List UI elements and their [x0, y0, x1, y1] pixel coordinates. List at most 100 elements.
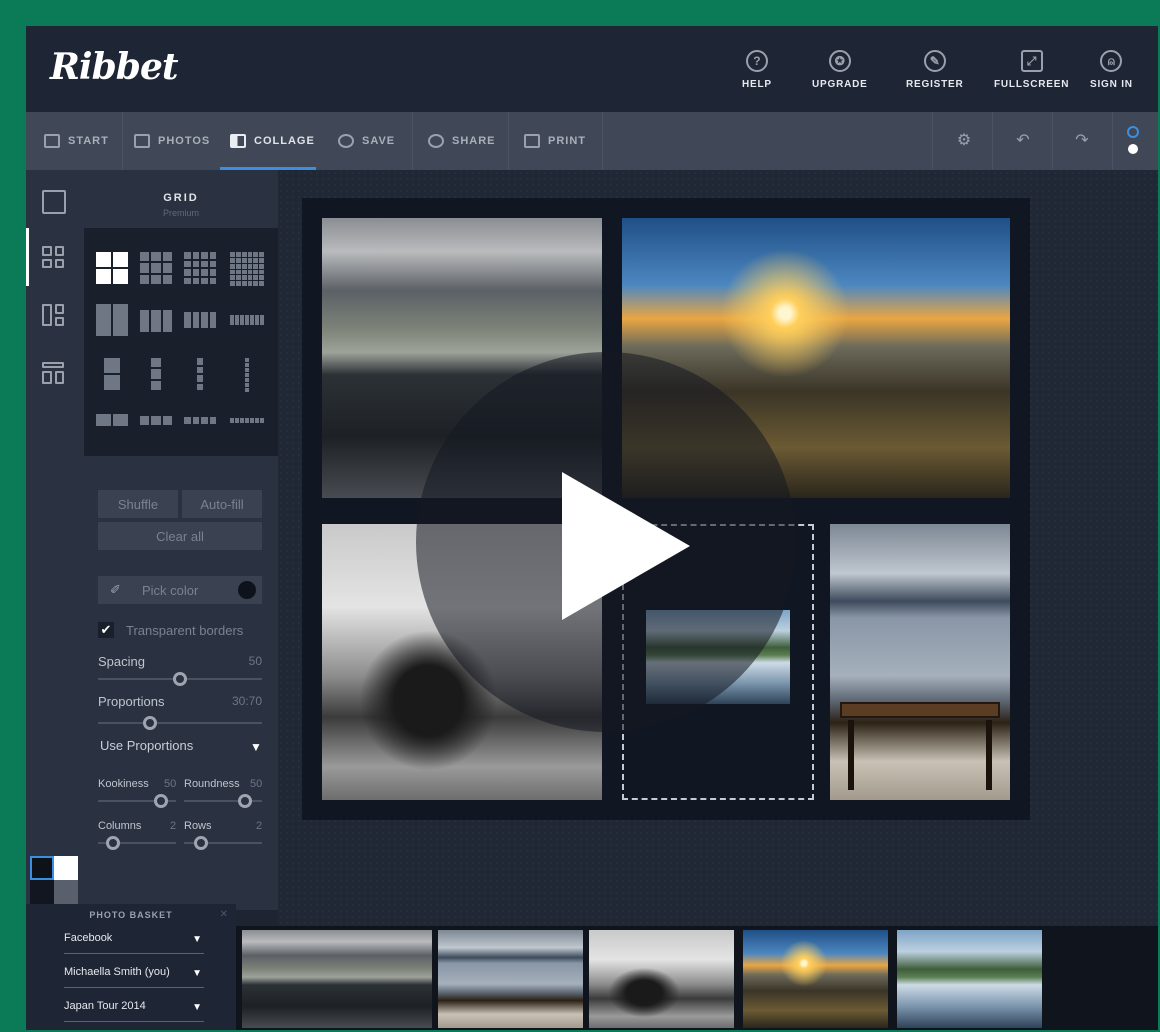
proportions-slider[interactable] — [98, 716, 262, 730]
layout-7-rows[interactable] — [245, 358, 249, 392]
layout-2x2[interactable] — [96, 252, 128, 284]
bench-seat — [840, 702, 1000, 718]
upgrade-button[interactable]: ✪ UPGRADE — [812, 50, 868, 100]
use-proportions-select[interactable]: Use Proportions — [100, 738, 193, 753]
undo-icon[interactable]: ↶ — [1014, 132, 1032, 150]
tab-share[interactable]: SHARE — [428, 112, 496, 170]
layout-4-rows[interactable] — [197, 358, 203, 390]
layout-4-columns[interactable] — [184, 312, 216, 328]
layout-7-strip[interactable] — [230, 418, 264, 423]
tab-start[interactable]: START — [44, 112, 109, 170]
mosaic-collage-icon[interactable] — [42, 304, 66, 328]
layout-2-columns[interactable] — [96, 304, 128, 336]
tab-photos[interactable]: PHOTOS — [134, 112, 210, 170]
border-color-swatch-gray[interactable] — [54, 880, 78, 904]
collage-icon — [230, 134, 246, 148]
redo-icon[interactable]: ↷ — [1073, 132, 1091, 150]
tab-print-label: PRINT — [548, 135, 586, 147]
album-select[interactable]: Japan Tour 2014 ▼ — [64, 1000, 204, 1022]
ribbet-logo[interactable]: Ribbet — [50, 46, 178, 88]
toolbar-divider — [1052, 112, 1053, 170]
settings-gear-icon[interactable]: ⚙ — [955, 132, 973, 150]
roundness-value: 50 — [250, 778, 263, 790]
eyedropper-icon: ✐ — [110, 582, 121, 597]
photo-basket-strip — [236, 926, 1158, 1030]
clear-all-button[interactable]: Clear all — [98, 522, 262, 550]
photo-basket-title: PHOTO BASKET — [89, 910, 173, 920]
save-check-icon — [338, 134, 354, 148]
register-button[interactable]: ✎ REGISTER — [906, 50, 964, 100]
main-toolbar: START PHOTOS COLLAGE SAVE SHARE PRINT ⚙ … — [26, 112, 1158, 170]
border-color-swatch-dark[interactable] — [30, 856, 54, 880]
spacing-slider-knob[interactable] — [173, 672, 187, 686]
source-select[interactable]: Facebook ▼ — [64, 932, 204, 954]
play-icon[interactable] — [562, 472, 690, 620]
border-color-swatch-white[interactable] — [54, 856, 78, 880]
close-icon[interactable]: ✕ — [220, 909, 228, 920]
tab-collage[interactable]: COLLAGE — [220, 112, 316, 170]
home-icon — [44, 134, 60, 148]
pick-color-button[interactable]: ✐ Pick color — [98, 576, 262, 604]
tab-start-label: START — [68, 135, 109, 147]
layout-2-strip[interactable] — [96, 414, 128, 426]
basket-thumbnail-reflection[interactable] — [897, 930, 1042, 1028]
border-color-swatch-black[interactable] — [30, 880, 54, 904]
account-select[interactable]: Michaella Smith (you) ▼ — [64, 966, 204, 988]
sign-in-label: SIGN IN — [1090, 79, 1133, 90]
help-label: HELP — [742, 79, 772, 90]
help-button[interactable]: ? HELP — [742, 50, 772, 100]
layout-4-strip[interactable] — [184, 417, 216, 424]
basket-thumbnail-mountain[interactable] — [242, 930, 432, 1028]
layout-6x6[interactable] — [230, 252, 264, 286]
frame-icon[interactable] — [42, 190, 66, 214]
layout-3x3[interactable] — [140, 252, 172, 284]
auto-fill-button[interactable]: Auto-fill — [182, 490, 262, 518]
chevron-down-icon[interactable]: ▼ — [250, 740, 262, 754]
toolbar-divider — [992, 112, 993, 170]
collage-cell-bench-photo[interactable] — [830, 524, 1010, 800]
background-toggle[interactable] — [1127, 126, 1141, 158]
layout-3-rows[interactable] — [151, 358, 161, 390]
rows-slider-knob[interactable] — [194, 836, 208, 850]
roundness-slider[interactable] — [184, 794, 262, 808]
basket-thumbnail-bench[interactable] — [438, 930, 583, 1028]
video-frame: Ribbet ? HELP ✪ UPGRADE ✎ REGISTER ⤢ FUL… — [0, 0, 1160, 1032]
fullscreen-button[interactable]: ⤢ FULLSCREEN — [994, 50, 1069, 100]
spacing-label: Spacing — [98, 654, 145, 669]
tab-save[interactable]: SAVE — [338, 112, 395, 170]
proportions-slider-knob[interactable] — [143, 716, 157, 730]
layout-3-strip[interactable] — [140, 416, 172, 425]
panel-title: GRID — [163, 192, 199, 204]
proportions-value: 30:70 — [231, 694, 262, 708]
ribbet-app: Ribbet ? HELP ✪ UPGRADE ✎ REGISTER ⤢ FUL… — [26, 26, 1158, 1030]
columns-label: Columns — [98, 820, 142, 832]
spacing-slider[interactable] — [98, 672, 262, 686]
rows-slider[interactable] — [184, 836, 262, 850]
sign-in-button[interactable]: ⍝ SIGN IN — [1090, 50, 1133, 100]
photo-basket-panel: PHOTO BASKET ✕ Facebook ▼ Michaella Smit… — [26, 904, 236, 1030]
columns-slider[interactable] — [98, 836, 176, 850]
toggle-dot — [1128, 144, 1138, 154]
kookiness-slider[interactable] — [98, 794, 176, 808]
columns-slider-knob[interactable] — [106, 836, 120, 850]
chevron-down-icon: ▼ — [192, 934, 202, 945]
kookiness-slider-knob[interactable] — [154, 794, 168, 808]
photos-icon — [134, 134, 150, 148]
shuffle-button[interactable]: Shuffle — [98, 490, 178, 518]
rows-label: Rows — [184, 820, 212, 832]
selected-color-swatch — [238, 581, 256, 599]
upgrade-badge-icon: ✪ — [828, 50, 851, 72]
layout-7-columns[interactable] — [230, 315, 264, 325]
grid-collage-icon[interactable] — [42, 246, 66, 270]
register-user-icon: ✎ — [923, 50, 946, 72]
basket-thumbnail-girl[interactable] — [589, 930, 734, 1028]
transparent-borders-checkbox[interactable]: ✔ Transparent borders — [98, 622, 243, 638]
strip-collage-icon[interactable] — [42, 362, 66, 386]
tab-print[interactable]: PRINT — [524, 112, 586, 170]
transparent-borders-label: Transparent borders — [126, 622, 244, 638]
layout-4x4[interactable] — [184, 252, 216, 284]
basket-thumbnail-sunset[interactable] — [743, 930, 888, 1028]
layout-2-rows[interactable] — [104, 358, 120, 390]
layout-3-columns[interactable] — [140, 310, 172, 332]
roundness-slider-knob[interactable] — [238, 794, 252, 808]
